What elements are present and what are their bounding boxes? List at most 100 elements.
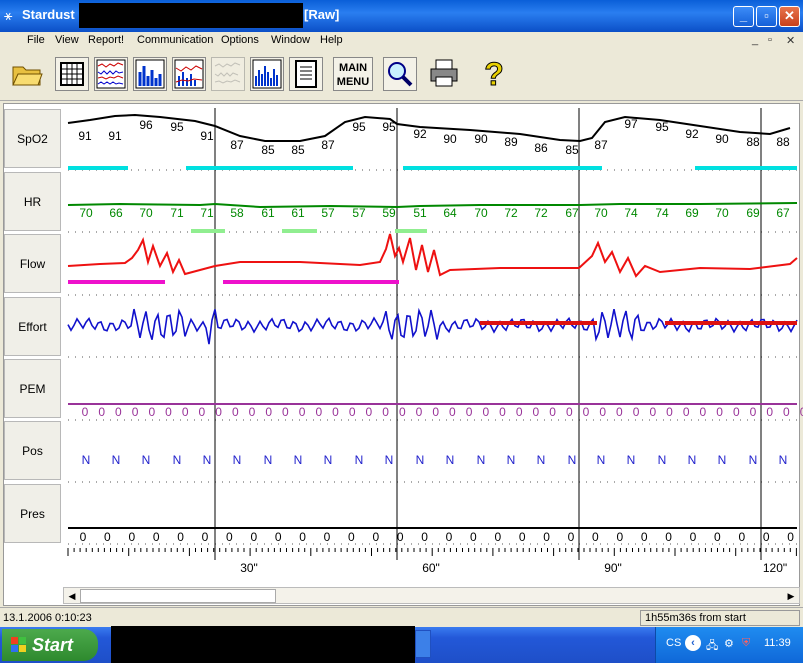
status-elapsed: 1h55m36s from start <box>640 610 800 626</box>
spo2-value: 95 <box>382 120 396 134</box>
spo2-value: 88 <box>746 135 760 149</box>
start-label: Start <box>32 635 74 655</box>
pem-value: 0 <box>583 405 590 419</box>
pres-value: 0 <box>494 530 501 544</box>
pem-value: 0 <box>649 405 656 419</box>
spo2-value: 95 <box>352 120 366 134</box>
hr-value: 71 <box>200 206 214 220</box>
pem-value: 0 <box>599 405 606 419</box>
pem-value: 0 <box>666 405 673 419</box>
signal-traces[interactable]: 91 91 96 95 91 87 85 85 87 95 95 92 90 90 89 86 85 87 97 95… <box>0 0 803 603</box>
pres-value: 0 <box>372 530 379 544</box>
pem-value: 0 <box>733 405 740 419</box>
pem-value: 0 <box>566 405 573 419</box>
spo2-value: 87 <box>230 138 244 152</box>
shield-icon[interactable]: ⛨ <box>742 637 750 650</box>
pres-value: 0 <box>104 530 111 544</box>
hr-value: 64 <box>443 206 457 220</box>
hr-value: 67 <box>565 206 579 220</box>
pos-value: N <box>416 453 425 467</box>
hr-value: 61 <box>261 206 275 220</box>
taskbar: Start CS ‹ 🖧 ⚙ ⛨ 11:39 <box>0 626 803 663</box>
hr-value: 72 <box>534 206 548 220</box>
pem-value: 0 <box>482 405 489 419</box>
pres-value: 0 <box>665 530 672 544</box>
pem-value: 0 <box>549 405 556 419</box>
pem-value: 0 <box>382 405 389 419</box>
pres-value: 0 <box>299 530 306 544</box>
spo2-value: 92 <box>413 127 427 141</box>
pres-value: 0 <box>324 530 331 544</box>
pos-value: N <box>82 453 91 467</box>
pos-value: N <box>718 453 727 467</box>
pem-value: 0 <box>282 405 289 419</box>
hr-value: 70 <box>594 206 608 220</box>
spo2-value: 95 <box>170 120 184 134</box>
hr-value: 57 <box>352 206 366 220</box>
pem-value: 0 <box>633 405 640 419</box>
scroll-left-icon[interactable]: ◀ <box>65 589 79 603</box>
spo2-value: 91 <box>78 129 92 143</box>
pres-value: 0 <box>714 530 721 544</box>
pres-value: 0 <box>641 530 648 544</box>
pres-value: 0 <box>592 530 599 544</box>
network-icon[interactable]: 🖧 <box>706 637 718 656</box>
pem-value: 0 <box>516 405 523 419</box>
spo2-value: 95 <box>655 120 669 134</box>
pem-value: 0 <box>416 405 423 419</box>
spo2-value: 89 <box>504 135 518 149</box>
redacted-taskbar-block <box>111 626 415 663</box>
pres-value: 0 <box>275 530 282 544</box>
pres-value: 0 <box>397 530 404 544</box>
pos-value: N <box>597 453 606 467</box>
pres-value: 0 <box>519 530 526 544</box>
scroll-right-icon[interactable]: ▶ <box>784 589 798 603</box>
time-axis-label: 60" <box>422 561 440 575</box>
pres-value: 0 <box>446 530 453 544</box>
pem-value: 0 <box>132 405 139 419</box>
horizontal-scrollbar[interactable]: ◀ ▶ <box>63 587 800 604</box>
pres-value: 0 <box>543 530 550 544</box>
pres-value: 0 <box>128 530 135 544</box>
settings-gear-icon[interactable]: ⚙ <box>724 637 734 650</box>
pres-value: 0 <box>787 530 794 544</box>
pem-value: 0 <box>499 405 506 419</box>
pem-value: 0 <box>332 405 339 419</box>
status-datetime: 13.1.2006 0:10:23 <box>3 612 92 624</box>
start-button[interactable]: Start <box>2 629 98 661</box>
pem-value: 0 <box>165 405 172 419</box>
pem-value: 0 <box>466 405 473 419</box>
hr-value: 61 <box>291 206 305 220</box>
effort-trace <box>67 307 798 345</box>
pem-value: 0 <box>98 405 105 419</box>
pem-value: 0 <box>766 405 773 419</box>
pem-value: 0 <box>182 405 189 419</box>
spo2-value: 92 <box>685 127 699 141</box>
hr-value: 51 <box>413 206 427 220</box>
pos-value: N <box>112 453 121 467</box>
pem-value: 0 <box>349 405 356 419</box>
pem-value: 0 <box>148 405 155 419</box>
taskbar-button-edge[interactable] <box>415 630 431 658</box>
pos-value: N <box>658 453 667 467</box>
pem-value: 0 <box>700 405 707 419</box>
time-axis-label: 30" <box>240 561 258 575</box>
pres-value: 0 <box>421 530 428 544</box>
pem-value: 0 <box>265 405 272 419</box>
tray-collapse-icon[interactable]: ‹ <box>685 635 701 651</box>
pos-value: N <box>477 453 486 467</box>
language-indicator[interactable]: CS <box>666 637 681 649</box>
hr-value: 70 <box>474 206 488 220</box>
spo2-value: 90 <box>474 132 488 146</box>
pres-value: 0 <box>568 530 575 544</box>
spo2-value: 97 <box>624 117 638 131</box>
spo2-value: 90 <box>715 132 729 146</box>
pos-value: N <box>294 453 303 467</box>
time-axis-label: 120" <box>763 561 787 575</box>
pem-value: 0 <box>199 405 206 419</box>
pem-value: 0 <box>750 405 757 419</box>
pem-value: 0 <box>315 405 322 419</box>
pres-value: 0 <box>738 530 745 544</box>
scroll-thumb[interactable] <box>80 589 276 603</box>
pem-value: 0 <box>716 405 723 419</box>
